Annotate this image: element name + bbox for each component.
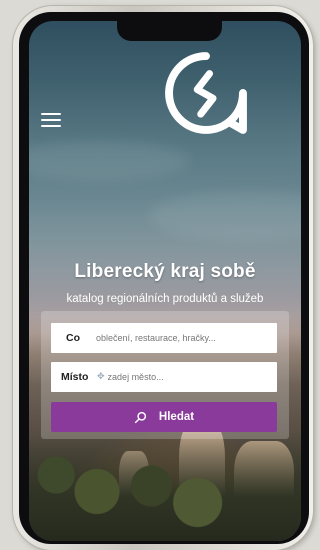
where-label: Místo: [61, 371, 89, 383]
where-input[interactable]: [107, 372, 277, 382]
what-field[interactable]: Co: [51, 323, 277, 353]
page-subtitle: katalog regionálních produktů a služeb: [66, 293, 264, 305]
phone-notch: [117, 21, 222, 41]
forest-foreground: [29, 431, 301, 541]
search-button[interactable]: Hledat: [51, 402, 277, 432]
what-input[interactable]: [96, 333, 277, 343]
page-title: Liberecký kraj sobě: [74, 261, 256, 282]
location-pin-icon: ✥: [97, 372, 105, 382]
search-button-label: Hledat: [158, 411, 195, 423]
search-icon: [134, 411, 147, 423]
what-label: Co: [66, 332, 80, 344]
where-field[interactable]: Místo ✥: [51, 362, 277, 392]
app-screen: Liberecký kraj sobě katalog regionálních…: [29, 21, 301, 541]
cloud: [149, 191, 301, 241]
brand-logo-icon[interactable]: [162, 49, 250, 137]
cloud: [29, 141, 189, 181]
search-form: Co Místo ✥ Hledat: [41, 311, 289, 439]
hamburger-menu-icon[interactable]: [41, 113, 61, 127]
